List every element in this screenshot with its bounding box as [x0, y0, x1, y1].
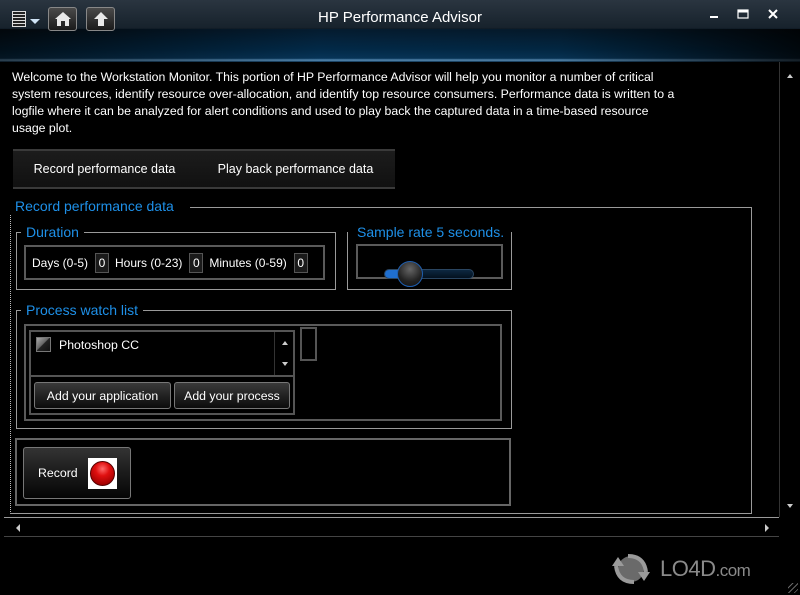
slider-thumb[interactable] [397, 261, 423, 287]
days-label: Days (0-5) [32, 255, 89, 270]
minutes-input[interactable]: 0 [293, 252, 308, 273]
process-checkbox[interactable] [36, 337, 51, 352]
content-area: Welcome to the Workstation Monitor. This… [4, 62, 779, 517]
scroll-down-button[interactable] [780, 500, 800, 512]
watermark: LO4D.com [606, 552, 751, 586]
arrow-down-icon [281, 362, 288, 366]
scroll-right-button[interactable] [761, 521, 773, 535]
days-input[interactable]: 0 [95, 252, 110, 273]
intro-text: Welcome to the Workstation Monitor. This… [12, 70, 675, 135]
list-item[interactable]: Photoshop CC [36, 337, 139, 352]
list-scroll-down[interactable] [275, 359, 294, 369]
tab-record[interactable]: Record performance data [13, 151, 196, 187]
minimize-icon [710, 16, 718, 18]
minimize-button[interactable] [703, 6, 725, 22]
record-label: Record [38, 466, 78, 480]
resize-grip[interactable] [788, 583, 798, 593]
add-process-button[interactable]: Add your process [174, 382, 290, 409]
close-button[interactable] [762, 6, 784, 22]
sample-rate-title: Sample rate 5 seconds. [352, 223, 510, 241]
watermark-brand: LO4D [660, 556, 716, 581]
arrow-up-icon [787, 74, 793, 78]
add-buttons-panel: Add your application Add your process [29, 375, 295, 415]
horizontal-scrollbar[interactable] [4, 517, 779, 537]
duration-fields: Days (0-5) 0 Hours (0-23) 0 Minutes (0-5… [24, 245, 325, 280]
process-list-scrollbar[interactable] [274, 332, 293, 375]
record-section-title: Record performance data [10, 197, 179, 215]
vertical-scrollbar[interactable] [779, 62, 800, 517]
duration-title: Duration [21, 223, 84, 241]
duration-group: Duration Days (0-5) 0 Hours (0-23) 0 Min… [16, 223, 336, 290]
maximize-icon [737, 9, 749, 19]
add-application-button[interactable]: Add your application [34, 382, 171, 409]
sample-rate-slider-box [356, 244, 503, 287]
process-watch-panel: Photoshop CC Add your application Add yo… [24, 324, 502, 421]
process-watch-group: Process watch list Photoshop CC Add your… [16, 301, 512, 429]
arrow-up-icon [281, 341, 288, 345]
app-window: HP Performance Advisor Welcome to the Wo… [0, 0, 800, 595]
window-title: HP Performance Advisor [318, 9, 482, 26]
maximize-button[interactable] [732, 6, 754, 22]
process-list[interactable]: Photoshop CC [29, 330, 295, 377]
arrow-down-icon [787, 504, 793, 508]
hours-label: Hours (0-23) [115, 255, 183, 270]
arrow-right-icon [765, 524, 769, 532]
process-name: Photoshop CC [59, 337, 139, 352]
process-side-box [300, 327, 317, 361]
close-icon [768, 9, 778, 19]
tab-playback[interactable]: Play back performance data [196, 151, 395, 187]
watermark-suffix: .com [715, 561, 751, 580]
title-bar: HP Performance Advisor [0, 0, 800, 62]
tab-bar: Record performance data Play back perfor… [13, 149, 395, 189]
record-icon [89, 460, 115, 486]
sample-rate-group: Sample rate 5 seconds. [347, 223, 512, 290]
arrow-left-icon [16, 524, 20, 532]
process-watch-title: Process watch list [21, 301, 144, 319]
hours-input[interactable]: 0 [189, 252, 204, 273]
scroll-up-button[interactable] [780, 70, 800, 82]
scroll-left-button[interactable] [12, 521, 24, 535]
minutes-label: Minutes (0-59) [209, 255, 287, 270]
lo4d-logo-icon [612, 554, 650, 584]
record-button[interactable]: Record [23, 447, 131, 499]
list-scroll-up[interactable] [275, 338, 294, 348]
